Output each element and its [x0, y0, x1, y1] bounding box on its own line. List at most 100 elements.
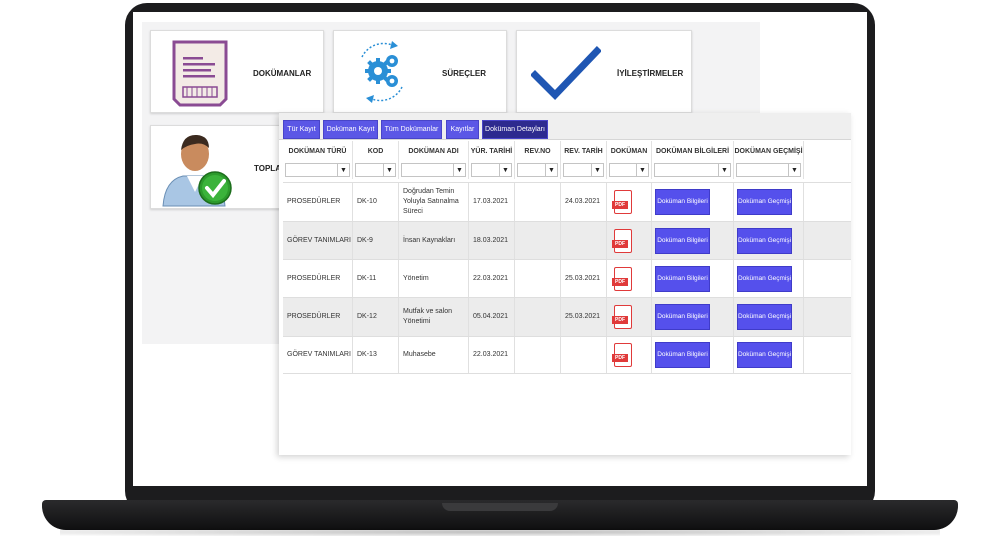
cell-name: Doğrudan Temin Yoluyla Satınalma Süreci [399, 183, 469, 221]
document-history-button[interactable]: Doküman Geçmişi [737, 189, 792, 215]
table-row: PROSEDÜRLER DK-10 Doğrudan Temin Yoluyla… [283, 182, 851, 221]
pdf-icon[interactable]: PDF [612, 228, 632, 253]
document-history-button[interactable]: Doküman Geçmişi [737, 227, 792, 254]
document-icon [171, 39, 229, 114]
cell-info: Doküman Bilgileri [652, 260, 734, 297]
cell-code: DK-11 [353, 260, 399, 297]
header-rev-no[interactable]: REV.NO [515, 141, 561, 161]
filter-cell: ▼ [515, 161, 561, 179]
cell-document: PDF [607, 222, 652, 259]
cell-history: Doküman Geçmişi [734, 183, 804, 221]
document-history-button[interactable]: Doküman Geçmişi [737, 342, 792, 368]
cell-history: Doküman Geçmişi [734, 337, 804, 373]
header-document-type[interactable]: DOKÜMAN TÜRÜ [283, 141, 353, 161]
cell-history: Doküman Geçmişi [734, 298, 804, 336]
cell-info: Doküman Bilgileri [652, 183, 734, 221]
pdf-icon[interactable]: PDF [612, 266, 632, 291]
header-code[interactable]: KOD [353, 141, 399, 161]
laptop-shadow [60, 528, 940, 536]
filter-icon[interactable]: ▼ [453, 164, 465, 176]
cell-rev-no [515, 222, 561, 259]
filter-input[interactable]: ▼ [563, 163, 604, 177]
laptop-notch [442, 503, 558, 511]
filter-input[interactable]: ▼ [609, 163, 649, 177]
cell-info: Doküman Bilgileri [652, 222, 734, 259]
pdf-tag: PDF [612, 354, 628, 362]
header-document-name[interactable]: DOKÜMAN ADI [399, 141, 469, 161]
user-approved-icon [157, 128, 237, 213]
filter-cell: ▼ [652, 161, 734, 179]
filter-icon[interactable]: ▼ [636, 164, 648, 176]
table-row: PROSEDÜRLER DK-12 Mutfak ve salon Yöneti… [283, 297, 851, 336]
tab-type-record[interactable]: Tür Kayıt [283, 120, 320, 139]
tab-records[interactable]: Kayıtlar [446, 120, 479, 139]
filter-icon[interactable]: ▼ [591, 164, 603, 176]
cell-type: GÖREV TANIMLARI [283, 222, 353, 259]
filter-icon[interactable]: ▼ [718, 164, 730, 176]
pdf-tag: PDF [612, 316, 628, 324]
header-rev-date[interactable]: REV. TARİH [561, 141, 607, 161]
document-history-button[interactable]: Doküman Geçmişi [737, 304, 792, 330]
tab-bar: Tür Kayıt Doküman Kayıt Tüm Dokümanlar K… [279, 113, 851, 140]
filter-cell: ▼ [399, 161, 469, 179]
cell-date: 22.03.2021 [469, 337, 515, 373]
filter-input[interactable]: ▼ [736, 163, 801, 177]
table-row: PROSEDÜRLER DK-11 Yönetim 22.03.2021 25.… [283, 259, 851, 297]
tile-processes[interactable]: SÜREÇLER [333, 30, 507, 113]
document-history-button[interactable]: Doküman Geçmişi [737, 265, 792, 292]
filter-cell: ▼ [353, 161, 399, 179]
filter-icon[interactable]: ▼ [337, 164, 349, 176]
tab-document-record[interactable]: Doküman Kayıt [323, 120, 378, 139]
document-info-button[interactable]: Doküman Bilgileri [655, 227, 710, 254]
header-document[interactable]: DOKÜMAN [607, 141, 652, 161]
cell-name: Mutfak ve salon Yönetimi [399, 298, 469, 336]
filter-input[interactable]: ▼ [355, 163, 396, 177]
document-info-button[interactable]: Doküman Bilgileri [655, 304, 710, 330]
document-info-button[interactable]: Doküman Bilgileri [655, 189, 710, 215]
cell-name: İnsan Kaynakları [399, 222, 469, 259]
filter-cell: ▼ [561, 161, 607, 179]
header-effective-date[interactable]: YÜR. TARİHİ [469, 141, 515, 161]
tile-improvements[interactable]: İYİLEŞTİRMELER [516, 30, 692, 113]
filter-input[interactable]: ▼ [654, 163, 731, 177]
header-document-history[interactable]: DOKÜMAN GEÇMİŞİ [734, 141, 804, 161]
pdf-icon[interactable]: PDF [612, 305, 632, 329]
filter-input[interactable]: ▼ [517, 163, 558, 177]
cell-type: GÖREV TANIMLARI [283, 337, 353, 373]
header-document-info[interactable]: DOKÜMAN BİLGİLERİ [652, 141, 734, 161]
cell-rev-date: 25.03.2021 [561, 260, 607, 297]
tab-document-details[interactable]: Doküman Detayları [482, 120, 548, 139]
filter-input[interactable]: ▼ [285, 163, 350, 177]
cell-code: DK-13 [353, 337, 399, 373]
cell-rev-no [515, 260, 561, 297]
filter-icon[interactable]: ▼ [499, 164, 511, 176]
cell-document: PDF [607, 298, 652, 336]
cell-code: DK-10 [353, 183, 399, 221]
filter-icon[interactable]: ▼ [545, 164, 557, 176]
tab-all-documents[interactable]: Tüm Dokümanlar [381, 120, 442, 139]
filter-input[interactable]: ▼ [471, 163, 512, 177]
cell-rev-date [561, 222, 607, 259]
tile-meetings[interactable]: TOPLAN [150, 125, 287, 209]
cell-rev-no [515, 337, 561, 373]
cell-type: PROSEDÜRLER [283, 183, 353, 221]
filter-cell: ▼ [607, 161, 652, 179]
cell-code: DK-9 [353, 222, 399, 259]
document-info-button[interactable]: Doküman Bilgileri [655, 342, 710, 368]
filter-icon[interactable]: ▼ [788, 164, 800, 176]
tile-documents[interactable]: DOKÜMANLAR [150, 30, 324, 113]
cell-history: Doküman Geçmişi [734, 222, 804, 259]
cell-name: Yönetim [399, 260, 469, 297]
filter-input[interactable]: ▼ [401, 163, 466, 177]
document-info-button[interactable]: Doküman Bilgileri [655, 265, 710, 292]
cell-type: PROSEDÜRLER [283, 260, 353, 297]
documents-window: Tür Kayıt Doküman Kayıt Tüm Dokümanlar K… [279, 113, 851, 455]
pdf-icon[interactable]: PDF [612, 190, 632, 214]
pdf-icon[interactable]: PDF [612, 343, 632, 367]
cell-info: Doküman Bilgileri [652, 337, 734, 373]
cell-rev-date: 25.03.2021 [561, 298, 607, 336]
cell-document: PDF [607, 337, 652, 373]
cell-date: 17.03.2021 [469, 183, 515, 221]
filter-icon[interactable]: ▼ [383, 164, 395, 176]
tile-improvements-label: İYİLEŞTİRMELER [617, 69, 684, 78]
